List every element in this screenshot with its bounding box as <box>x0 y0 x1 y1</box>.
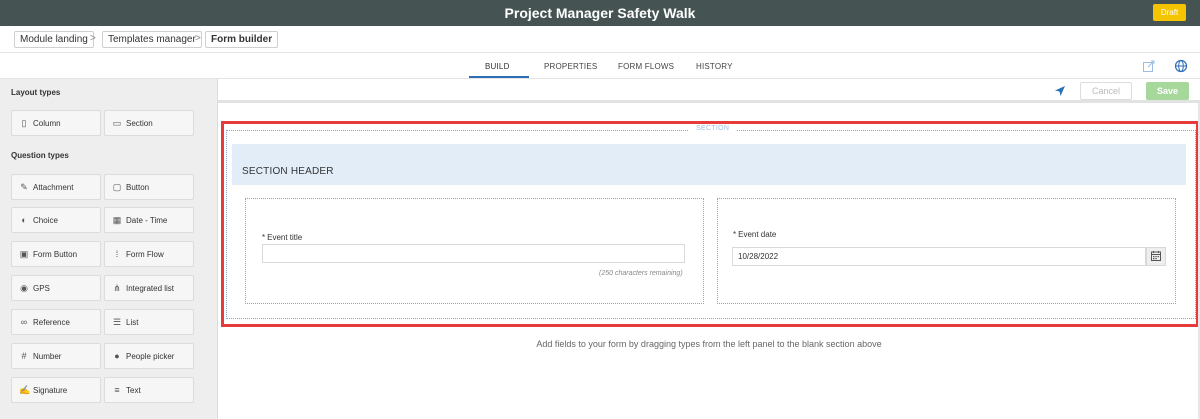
person-icon: ● <box>114 351 120 361</box>
title-bar: Project Manager Safety Walk Draft <box>0 0 1200 26</box>
link-icon: ∞ <box>20 317 28 327</box>
question-type-reference[interactable]: ∞ Reference <box>11 309 101 335</box>
question-type-form-button[interactable]: ▣ Form Button <box>11 241 101 267</box>
section-tag: SECTION <box>688 125 738 132</box>
globe-icon[interactable] <box>1174 59 1188 73</box>
status-badge[interactable]: Draft <box>1153 4 1186 21</box>
integrated-list-icon: ⋔ <box>113 283 121 293</box>
question-type-integrated-list[interactable]: ⋔ Integrated list <box>104 275 194 301</box>
question-type-label: Date - Time <box>126 216 168 225</box>
layout-type-column[interactable]: ▯ Column <box>11 110 101 136</box>
question-type-label: Choice <box>33 216 58 225</box>
breadcrumb: Module landing > Templates manager > For… <box>0 26 1200 53</box>
question-type-gps[interactable]: ◉ GPS <box>11 275 101 301</box>
form-button-icon: ▣ <box>19 249 29 259</box>
characters-remaining: (250 characters remaining) <box>599 270 683 277</box>
layout-type-label: Section <box>126 119 153 128</box>
event-title-label: * Event title <box>262 233 302 242</box>
page-title: Project Manager Safety Walk <box>504 5 696 21</box>
save-button[interactable]: Save <box>1146 82 1189 100</box>
tab-history[interactable]: HISTORY <box>696 62 733 71</box>
question-type-label: Form Flow <box>126 250 164 259</box>
question-type-people-picker[interactable]: ● People picker <box>104 343 194 369</box>
section-header-text: SECTION HEADER <box>242 166 334 177</box>
question-type-label: Signature <box>33 386 68 395</box>
button-icon: ▢ <box>112 182 122 192</box>
tab-properties[interactable]: PROPERTIES <box>544 62 597 71</box>
builder-toolbar: Cancel Save <box>218 79 1200 103</box>
question-type-label: List <box>126 318 139 327</box>
question-type-choice[interactable]: ◐ Choice <box>11 207 101 233</box>
signature-icon: ✍ <box>19 385 31 395</box>
list-icon: ☰ <box>112 317 122 327</box>
question-type-label: Integrated list <box>126 284 175 293</box>
event-date-label-text: Event date <box>738 230 777 239</box>
question-types-heading: Question types <box>11 151 69 160</box>
question-type-attachment[interactable]: ✎ Attachment <box>11 174 101 200</box>
layout-types-heading: Layout types <box>11 88 61 97</box>
navigate-arrow-icon[interactable] <box>1054 85 1066 97</box>
location-pin-icon: ◉ <box>20 283 28 293</box>
toggle-icon: ◐ <box>21 215 27 225</box>
field-types-panel: Layout types ▯ Column ▭ Section Question… <box>0 79 218 419</box>
cancel-button[interactable]: Cancel <box>1080 82 1132 100</box>
required-mark: * <box>262 233 266 242</box>
section-icon: ▭ <box>112 118 122 128</box>
question-type-label: People picker <box>126 352 175 361</box>
event-title-input[interactable] <box>262 244 685 263</box>
question-type-label: Button <box>126 183 150 192</box>
question-type-label: Form Button <box>33 250 78 259</box>
column-icon: ▯ <box>21 118 27 128</box>
question-type-signature[interactable]: ✍ Signature <box>11 377 101 403</box>
question-type-label: Attachment <box>33 183 74 192</box>
event-date-label: * Event date <box>733 230 776 239</box>
active-tab-indicator <box>469 76 529 78</box>
question-type-list[interactable]: ☰ List <box>104 309 194 335</box>
breadcrumb-module-landing[interactable]: Module landing <box>14 31 94 48</box>
paperclip-icon: ✎ <box>20 182 28 192</box>
question-type-label: Text <box>126 386 141 395</box>
tab-build[interactable]: BUILD <box>485 62 510 71</box>
question-type-label: GPS <box>33 284 50 293</box>
text-lines-icon: ≡ <box>114 385 120 395</box>
drag-hint: Add fields to your form by dragging type… <box>536 339 882 349</box>
layout-type-label: Column <box>33 119 61 128</box>
breadcrumb-templates-manager[interactable]: Templates manager <box>102 31 202 48</box>
hash-icon: # <box>21 351 27 361</box>
breadcrumb-form-builder: Form builder <box>205 31 279 48</box>
tab-bar: BUILD PROPERTIES FORM FLOWS HISTORY <box>0 53 1200 79</box>
breadcrumb-separator: > <box>90 33 96 44</box>
calendar-clock-icon: ▦ <box>112 215 122 225</box>
external-edit-icon[interactable] <box>1142 59 1156 73</box>
question-type-date-time[interactable]: ▦ Date - Time <box>104 207 194 233</box>
question-type-form-flow[interactable]: ⁞ Form Flow <box>104 241 194 267</box>
calendar-button[interactable] <box>1146 247 1166 266</box>
required-mark: * <box>733 230 737 239</box>
question-type-text[interactable]: ≡ Text <box>104 377 194 403</box>
question-type-number[interactable]: # Number <box>11 343 101 369</box>
breadcrumb-separator: > <box>195 33 201 44</box>
question-type-label: Reference <box>33 318 70 327</box>
question-type-label: Number <box>33 352 62 361</box>
event-title-label-text: Event title <box>267 233 303 242</box>
form-flow-icon: ⁞ <box>115 249 119 259</box>
tab-form-flows[interactable]: FORM FLOWS <box>618 62 674 71</box>
question-type-button[interactable]: ▢ Button <box>104 174 194 200</box>
calendar-icon <box>1151 251 1161 261</box>
layout-type-section[interactable]: ▭ Section <box>104 110 194 136</box>
section-header[interactable]: SECTION HEADER <box>232 144 1186 185</box>
event-date-input[interactable]: 10/28/2022 <box>732 247 1146 266</box>
